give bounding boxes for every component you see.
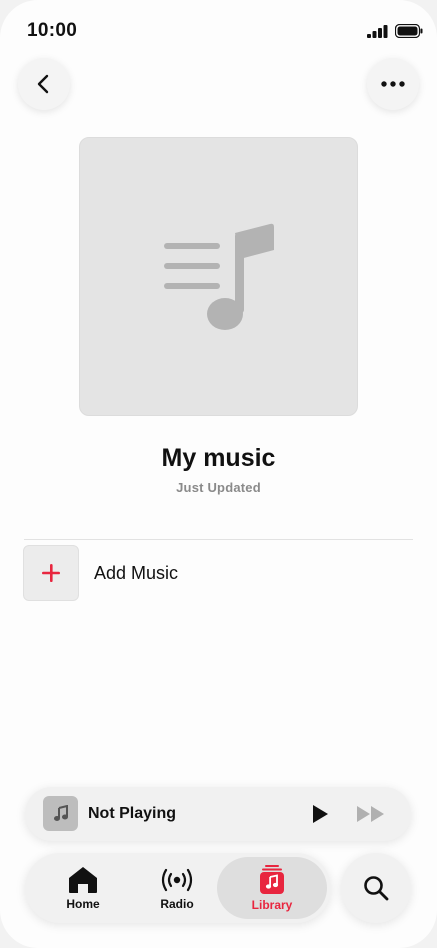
more-options-button[interactable]	[367, 58, 419, 110]
fast-forward-icon	[357, 806, 384, 822]
play-button[interactable]	[307, 801, 333, 827]
tab-library-label: Library	[251, 897, 293, 912]
ellipsis-icon	[381, 81, 405, 87]
playlist-title: My music	[161, 444, 276, 472]
add-music-button[interactable]: Add Music	[23, 545, 413, 602]
add-music-thumb	[23, 545, 79, 601]
status-icons	[367, 24, 423, 38]
search-button[interactable]	[341, 853, 411, 923]
tab-radio[interactable]: Radio	[122, 853, 232, 923]
mini-player[interactable]: Not Playing	[25, 787, 411, 841]
chevron-left-icon	[37, 74, 49, 94]
screen: 10:00 My music Just Updated Add Music No…	[0, 0, 437, 948]
back-button[interactable]	[18, 58, 70, 110]
plus-icon	[42, 564, 60, 582]
status-bar: 10:00	[0, 0, 437, 62]
battery-icon	[395, 24, 423, 38]
divider	[24, 539, 413, 540]
mini-player-artwork	[43, 796, 78, 831]
home-icon	[69, 866, 97, 893]
mini-player-title: Not Playing	[88, 805, 177, 822]
tab-library[interactable]: Library	[217, 857, 327, 919]
play-icon	[313, 805, 328, 823]
tab-bar: Home Radio Library	[25, 853, 331, 923]
status-time: 10:00	[27, 20, 78, 41]
library-icon	[260, 864, 284, 894]
playlist-subtitle: Just Updated	[176, 480, 261, 495]
cellular-signal-icon	[367, 24, 388, 38]
music-note-icon	[53, 804, 68, 821]
magnifying-glass-icon	[364, 876, 389, 901]
tab-home-label: Home	[66, 896, 100, 911]
music-list-icon	[164, 223, 274, 330]
add-music-label: Add Music	[94, 563, 179, 583]
playlist-artwork	[79, 137, 358, 416]
radio-broadcast-icon	[161, 868, 193, 891]
tab-radio-label: Radio	[160, 896, 194, 911]
fast-forward-button[interactable]	[354, 801, 388, 827]
